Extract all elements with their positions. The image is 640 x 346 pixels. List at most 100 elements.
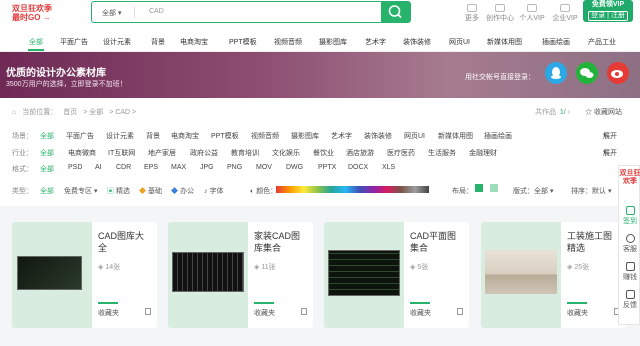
next-page-icon[interactable]: › bbox=[568, 109, 570, 116]
location-icon: ⌂ bbox=[12, 109, 17, 116]
nav-item[interactable]: 平面广告 bbox=[60, 37, 88, 47]
enterprise-vip[interactable]: 企业VIP bbox=[550, 4, 580, 23]
sort-select[interactable]: 排序：默认 ▾ bbox=[571, 186, 611, 196]
grid-layout-icon[interactable] bbox=[475, 184, 483, 192]
card-title[interactable]: 家装CAD图库集合 bbox=[254, 230, 306, 254]
promo-logo[interactable]: 双旦狂欢季 最时GO → bbox=[12, 4, 56, 22]
nav-item[interactable]: 设计元素 bbox=[103, 37, 131, 47]
calendar-icon bbox=[625, 206, 635, 215]
result-card[interactable]: 工装施工图精选 ◈ 25张 收藏夹 bbox=[481, 222, 626, 328]
wechat-login-button[interactable] bbox=[576, 62, 598, 84]
card-accent-line bbox=[98, 302, 118, 304]
vip-login-button[interactable]: 免费领VIP 登录 | 注册 bbox=[583, 0, 633, 22]
cad-drawing-image bbox=[328, 250, 400, 296]
card-favorite[interactable]: 收藏夹 bbox=[98, 308, 119, 318]
login-register[interactable]: 登录 | 注册 bbox=[588, 11, 628, 21]
personal-vip[interactable]: 个人VIP bbox=[517, 4, 547, 23]
filter-row-scene: 场景： 全部 平面广告 设计元素 背景 电商淘宝 PPT模板 视频音频 摄影图库… bbox=[12, 131, 617, 140]
card-accent-line bbox=[410, 302, 430, 304]
card-count: ◈ 5张 bbox=[410, 264, 429, 271]
search-button[interactable] bbox=[381, 2, 410, 22]
nav-item-all[interactable]: 全部 bbox=[29, 37, 43, 47]
nav-item[interactable]: 电商淘宝 bbox=[180, 37, 208, 47]
card-favorite[interactable]: 收藏夹 bbox=[567, 308, 588, 318]
type-office[interactable]: ◆ 办公 bbox=[171, 186, 194, 196]
layers-icon: ◈ bbox=[254, 264, 260, 271]
pagination: 共作品 1/ › bbox=[535, 109, 571, 116]
nav-item[interactable]: 产品工业 bbox=[588, 37, 616, 47]
card-title[interactable]: 工装施工图精选 bbox=[567, 230, 619, 254]
expand-industry[interactable]: 展开 ▾ bbox=[603, 148, 617, 157]
nav-item[interactable]: 插画绘画 bbox=[542, 37, 570, 47]
bookmark-icon[interactable] bbox=[457, 308, 463, 315]
card-count: ◈ 25张 bbox=[567, 264, 590, 271]
result-card[interactable]: CAD平面图集合 ◈ 5张 收藏夹 bbox=[324, 222, 469, 328]
result-card[interactable]: CAD图库大全 ◈ 14张 收藏夹 bbox=[12, 222, 157, 328]
nav-item[interactable]: 新媒体用图 bbox=[487, 37, 522, 47]
side-promo[interactable]: 双旦狂欢季 bbox=[619, 170, 640, 186]
card-title[interactable]: CAD平面图集合 bbox=[410, 230, 462, 254]
side-service[interactable]: 客服 bbox=[619, 234, 640, 254]
card-thumbnail bbox=[168, 222, 248, 328]
divider bbox=[134, 7, 135, 18]
color-label: ◐ 颜色： bbox=[250, 188, 278, 195]
version-select[interactable]: 版式：全部 ▾ bbox=[513, 186, 553, 196]
card-accent-line bbox=[254, 302, 274, 304]
card-favorite[interactable]: 收藏夹 bbox=[410, 308, 431, 318]
favorite-site-button[interactable]: ☆ 收藏网站 bbox=[585, 107, 622, 117]
palette-icon: ◐ bbox=[250, 188, 255, 195]
list-layout-icon[interactable] bbox=[490, 184, 498, 192]
layout-label: 布局： bbox=[452, 188, 473, 195]
top-bar: 双旦狂欢季 最时GO → 全部 ▾ CAD 更多 创作中心 个人VIP 企业VI… bbox=[0, 0, 640, 30]
more-icon bbox=[467, 4, 477, 12]
side-checkin[interactable]: 签到 bbox=[619, 206, 640, 226]
social-login-label: 用社交帐号直接登录： bbox=[465, 74, 535, 81]
nav-item[interactable]: 网页UI bbox=[449, 37, 470, 47]
color-picker-bar[interactable] bbox=[276, 186, 429, 193]
building-icon bbox=[560, 4, 570, 12]
nav-item[interactable]: PPT模板 bbox=[229, 37, 257, 47]
layers-icon: ◈ bbox=[567, 264, 573, 271]
office-icon: ◆ bbox=[171, 188, 178, 195]
type-featured[interactable]: ▣ 精选 bbox=[107, 186, 130, 196]
diamond-icon: ◆ bbox=[139, 188, 146, 195]
creator-icon bbox=[495, 4, 505, 12]
layers-icon: ◈ bbox=[98, 264, 104, 271]
qq-login-button[interactable] bbox=[545, 62, 567, 84]
expand-scene[interactable]: 展开 ▾ bbox=[603, 131, 617, 140]
bookmark-icon[interactable] bbox=[301, 308, 307, 315]
card-count: ◈ 11张 bbox=[254, 264, 276, 271]
nav-item[interactable]: 摄影图库 bbox=[319, 37, 347, 47]
type-font[interactable]: ♪ 字体 bbox=[204, 186, 223, 196]
card-favorite[interactable]: 收藏夹 bbox=[254, 308, 275, 318]
type-label: 类型： bbox=[12, 188, 33, 195]
creator-center[interactable]: 创作中心 bbox=[485, 4, 515, 23]
result-card[interactable]: 家装CAD图库集合 ◈ 11张 收藏夹 bbox=[168, 222, 313, 328]
weibo-login-button[interactable] bbox=[607, 62, 629, 84]
search-box: 全部 ▾ CAD bbox=[91, 1, 411, 23]
nav-item[interactable]: 视频音频 bbox=[274, 37, 302, 47]
font-icon: ♪ bbox=[204, 188, 208, 195]
type-basic[interactable]: ◆ 基础 bbox=[139, 186, 162, 196]
card-title[interactable]: CAD图库大全 bbox=[98, 230, 150, 254]
headset-icon bbox=[625, 234, 635, 243]
card-accent-line bbox=[567, 302, 587, 304]
side-feedback[interactable]: 反馈 bbox=[619, 290, 640, 310]
type-free[interactable]: 免费专区 ▾ bbox=[64, 186, 97, 196]
bookmark-icon[interactable] bbox=[145, 308, 151, 315]
more-menu[interactable]: 更多 bbox=[457, 4, 487, 23]
side-float-panel: 双旦狂欢季 签到 客服 赚钱 反馈 bbox=[618, 165, 640, 325]
category-nav: 全部 平面广告 设计元素 背景 电商淘宝 PPT模板 视频音频 摄影图库 艺术字… bbox=[0, 30, 640, 52]
nav-item[interactable]: 装饰装修 bbox=[403, 37, 431, 47]
search-scope-select[interactable]: 全部 ▾ bbox=[102, 8, 121, 18]
nav-item[interactable]: 艺术字 bbox=[365, 37, 386, 47]
nav-item[interactable]: 背景 bbox=[151, 37, 165, 47]
card-thumbnail bbox=[324, 222, 404, 328]
type-all[interactable]: 全部 bbox=[40, 186, 54, 196]
promo-line2: 最时GO → bbox=[12, 13, 51, 22]
login-banner: 优质的设计办公素材库 3500万用户的选择，立即登录不加班！ 用社交帐号直接登录… bbox=[0, 52, 640, 98]
side-earn[interactable]: 赚钱 bbox=[619, 262, 640, 282]
search-input[interactable]: CAD bbox=[149, 8, 164, 15]
vip-promo: 免费领VIP bbox=[591, 1, 625, 8]
search-icon bbox=[388, 5, 402, 19]
